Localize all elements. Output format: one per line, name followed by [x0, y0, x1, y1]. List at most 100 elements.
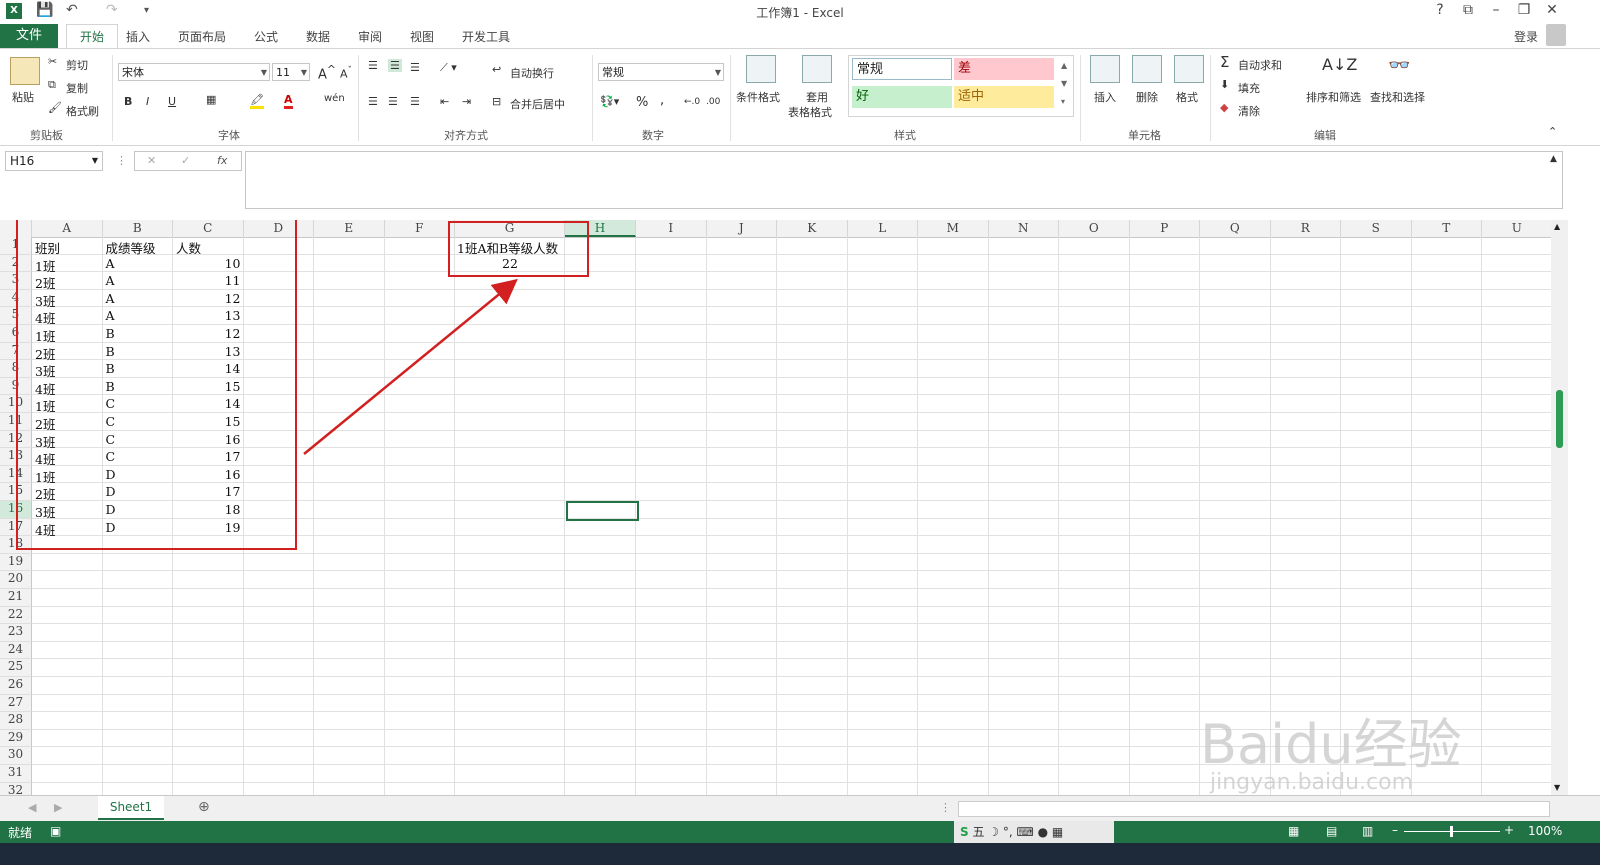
scroll-up-icon[interactable]: ▲: [1554, 222, 1560, 231]
decrease-indent-icon[interactable]: ⇤: [440, 95, 449, 108]
ime-toolbar[interactable]: S 五 ☽ °, ⌨ ● ▦: [954, 821, 1114, 843]
style-good[interactable]: 好: [852, 86, 952, 108]
minimize-button[interactable]: –: [1486, 2, 1506, 18]
restore-button[interactable]: ❐: [1514, 2, 1534, 18]
align-middle-icon[interactable]: ☰: [388, 59, 402, 72]
column-header-t[interactable]: T: [1412, 220, 1482, 237]
row-header-29[interactable]: 29: [0, 729, 32, 748]
format-painter-icon[interactable]: 🖌: [48, 101, 62, 114]
increase-indent-icon[interactable]: ⇥: [462, 95, 471, 108]
enter-icon[interactable]: ✓: [181, 154, 190, 167]
tab-page-layout[interactable]: 页面布局: [178, 28, 226, 45]
collapse-ribbon-icon[interactable]: ⌃: [1548, 125, 1557, 138]
sort-filter-icon[interactable]: A↓Z: [1322, 55, 1357, 74]
selected-cell-h16[interactable]: [566, 501, 639, 521]
format-cells-icon[interactable]: [1174, 55, 1204, 83]
copy-button[interactable]: 复制: [66, 80, 88, 96]
font-color-icon[interactable]: A: [284, 93, 293, 109]
tab-developer[interactable]: 开发工具: [462, 28, 510, 45]
underline-button[interactable]: U: [168, 95, 176, 108]
copy-icon[interactable]: ⧉: [48, 78, 56, 92]
row-header-28[interactable]: 28: [0, 712, 32, 730]
italic-button[interactable]: I: [146, 95, 149, 108]
zoom-level[interactable]: 100%: [1528, 824, 1562, 838]
align-right-icon[interactable]: ☰: [410, 95, 420, 108]
worksheet-grid[interactable]: ABCDEFGHIJKLMNOPQRSTU 1 2 3 4 5 6 7 8 9 10 11 12 13 1…: [0, 220, 1551, 795]
font-size-select[interactable]: 11 ▼: [272, 63, 310, 81]
prev-sheet-icon[interactable]: ◀: [28, 801, 36, 814]
more-options-icon[interactable]: ⋮: [116, 154, 127, 167]
paste-button[interactable]: 粘贴: [12, 89, 34, 105]
add-sheet-icon[interactable]: ⊕: [198, 799, 210, 815]
format-painter-button[interactable]: 格式刷: [66, 103, 99, 119]
tab-formulas[interactable]: 公式: [254, 28, 278, 45]
user-avatar-icon[interactable]: [1546, 24, 1566, 46]
borders-icon[interactable]: ▦: [206, 93, 216, 106]
align-left-icon[interactable]: ☰: [368, 95, 378, 108]
paste-icon[interactable]: [10, 57, 40, 85]
wrap-text-button[interactable]: 自动换行: [510, 65, 554, 81]
page-layout-view-icon[interactable]: ▤: [1326, 824, 1337, 838]
fill-button[interactable]: 填充: [1238, 80, 1260, 96]
eraser-icon[interactable]: ◆: [1220, 101, 1228, 114]
font-name-select[interactable]: 宋体 ▼: [118, 63, 270, 81]
zoom-in-icon[interactable]: +: [1504, 823, 1514, 837]
autosum-button[interactable]: 自动求和: [1238, 57, 1282, 73]
style-neutral[interactable]: 适中: [954, 86, 1054, 108]
page-break-view-icon[interactable]: ▥: [1362, 824, 1373, 838]
fill-icon[interactable]: ⬇: [1220, 78, 1229, 91]
column-header-u[interactable]: U: [1482, 220, 1551, 237]
bold-button[interactable]: B: [124, 95, 132, 108]
sigma-icon[interactable]: Σ: [1220, 53, 1229, 71]
gallery-scroll-icon[interactable]: ▲ ▼ ▾: [1061, 57, 1067, 111]
clear-button[interactable]: 清除: [1238, 103, 1260, 119]
ribbon-display-icon[interactable]: ⧉: [1458, 2, 1478, 18]
format-as-table-label-1[interactable]: 套用: [806, 89, 828, 105]
zoom-thumb[interactable]: [1450, 826, 1453, 837]
phonetic-icon[interactable]: wén: [324, 93, 345, 104]
column-header-s[interactable]: S: [1341, 220, 1412, 237]
insert-cells-button[interactable]: 插入: [1094, 89, 1116, 105]
row-header-26[interactable]: 26: [0, 677, 32, 695]
tab-file[interactable]: 文件: [0, 24, 58, 48]
conditional-format-icon[interactable]: [746, 55, 776, 83]
number-format-select[interactable]: 常规 ▼: [598, 63, 724, 81]
tab-home[interactable]: 开始: [66, 24, 118, 49]
merge-center-button[interactable]: 合并后居中: [510, 96, 565, 112]
format-as-table-icon[interactable]: [802, 55, 832, 83]
binoculars-icon[interactable]: 👓: [1388, 55, 1410, 76]
scroll-thumb[interactable]: [1556, 390, 1563, 448]
column-header-k[interactable]: K: [777, 220, 848, 237]
format-cells-button[interactable]: 格式: [1176, 89, 1198, 105]
row-header-23[interactable]: 23: [0, 624, 32, 642]
row-header-30[interactable]: 30: [0, 747, 32, 765]
scroll-down-icon[interactable]: ▼: [1554, 783, 1560, 792]
column-header-p[interactable]: P: [1130, 220, 1200, 237]
align-top-icon[interactable]: ☰: [368, 59, 378, 72]
split-handle-icon[interactable]: ⋮: [940, 801, 951, 814]
conditional-format-button[interactable]: 条件格式: [736, 89, 780, 105]
row-header-22[interactable]: 22: [0, 606, 32, 625]
horizontal-scrollbar[interactable]: [958, 801, 1550, 817]
column-header-o[interactable]: O: [1059, 220, 1130, 237]
delete-cells-button[interactable]: 删除: [1136, 89, 1158, 105]
help-button[interactable]: ?: [1430, 2, 1450, 18]
tab-data[interactable]: 数据: [306, 28, 330, 45]
delete-cells-icon[interactable]: [1132, 55, 1162, 83]
column-header-n[interactable]: N: [989, 220, 1059, 237]
currency-icon[interactable]: 💱▾: [600, 95, 619, 108]
zoom-out-icon[interactable]: –: [1392, 823, 1398, 837]
column-header-j[interactable]: J: [707, 220, 777, 237]
row-header-32[interactable]: 32: [0, 782, 32, 795]
align-center-icon[interactable]: ☰: [388, 95, 398, 108]
cancel-icon[interactable]: ✕: [147, 154, 156, 167]
cut-button[interactable]: 剪切: [66, 57, 88, 73]
tab-insert[interactable]: 插入: [126, 28, 150, 45]
row-header-31[interactable]: 31: [0, 765, 32, 783]
insert-cells-icon[interactable]: [1090, 55, 1120, 83]
column-header-l[interactable]: L: [848, 220, 918, 237]
grow-font-icon[interactable]: A^: [318, 63, 336, 82]
percent-icon[interactable]: %: [636, 95, 648, 110]
increase-decimal-icon[interactable]: ←.0: [684, 97, 700, 107]
comma-icon[interactable]: ,: [660, 93, 664, 108]
